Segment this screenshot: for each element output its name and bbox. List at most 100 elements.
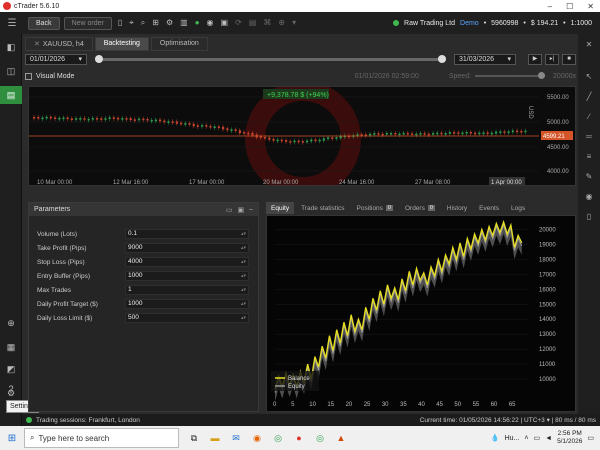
- toolbar-icons: ▯ ⌖ ⌕ ⊞ ⚙ ▥ ● ◉ ▣ ⟳ ▤ ⌘ ⊕ ▾: [118, 18, 296, 28]
- layout-icon[interactable]: ▯: [118, 18, 122, 28]
- trash-icon[interactable]: ▯: [578, 212, 600, 221]
- session-status-icon: [26, 417, 32, 423]
- param-input[interactable]: 9000 ▴▾: [125, 243, 249, 253]
- code-icon[interactable]: ⌘: [263, 18, 271, 28]
- spinner-icon[interactable]: ▴▾: [241, 300, 248, 308]
- taskbar-search[interactable]: ⌕ Type here to search: [24, 428, 179, 448]
- clock[interactable]: 2:56 PM 5/1/2026: [557, 430, 582, 446]
- dropdown-icon[interactable]: ▾: [292, 18, 296, 28]
- notes-icon[interactable]: ◩: [0, 360, 22, 378]
- param-input[interactable]: 1000 ▴▾: [125, 271, 249, 281]
- minimize-icon[interactable]: –: [548, 2, 552, 11]
- candle-body: [394, 132, 397, 135]
- tray-arrow-icon[interactable]: ˄: [524, 435, 528, 442]
- folder-icon[interactable]: ▭: [226, 206, 233, 214]
- account-selector[interactable]: Raw Trading Ltd Demo • 5960998 • $ 194.2…: [393, 20, 600, 27]
- algo-icon[interactable]: ▤: [0, 86, 22, 104]
- range-start-handle[interactable]: [95, 55, 103, 63]
- save-icon[interactable]: ▣: [237, 206, 244, 214]
- globe-icon[interactable]: ⊕: [278, 18, 285, 28]
- back-button[interactable]: Back: [28, 16, 60, 30]
- step-button[interactable]: ▸|: [545, 54, 559, 65]
- param-input[interactable]: 4000 ▴▾: [125, 257, 249, 267]
- horizontal-line-icon[interactable]: ═: [578, 132, 600, 141]
- grid-icon[interactable]: ⊞: [152, 18, 159, 28]
- bar-chart-icon[interactable]: ▥: [180, 18, 188, 28]
- tab-history[interactable]: History: [441, 202, 473, 214]
- play-button[interactable]: ▶: [528, 54, 542, 65]
- firefox-icon[interactable]: ◉: [250, 433, 264, 444]
- visual-mode-checkbox[interactable]: [25, 72, 32, 80]
- notifications-icon[interactable]: ▭: [587, 434, 594, 442]
- param-input[interactable]: 0.1 ▴▾: [125, 229, 249, 239]
- tab-symbol[interactable]: ✕ XAUUSD, h4: [25, 37, 93, 51]
- pencil-icon[interactable]: ✎: [578, 172, 600, 181]
- candle-body: [486, 132, 489, 134]
- collapse-icon[interactable]: ✕: [578, 40, 600, 49]
- network-icon[interactable]: ▭: [534, 434, 541, 442]
- candle-body: [171, 121, 174, 123]
- spinner-icon[interactable]: ▴▾: [241, 244, 248, 252]
- mail-icon[interactable]: ✉: [229, 433, 243, 444]
- trade-icon[interactable]: ◧: [0, 38, 22, 56]
- close-tab-icon[interactable]: ✕: [34, 41, 40, 48]
- chart-type-icon[interactable]: ▤: [249, 18, 257, 28]
- chrome-icon[interactable]: ◎: [271, 433, 285, 444]
- search-icon[interactable]: ⌕: [141, 18, 145, 28]
- maximize-icon[interactable]: ☐: [566, 2, 573, 11]
- crosshair-icon[interactable]: ⌖: [129, 18, 134, 28]
- eye-icon[interactable]: ◉: [578, 192, 600, 201]
- image-icon[interactable]: ▣: [221, 18, 229, 28]
- param-input[interactable]: 1000 ▴▾: [125, 299, 249, 309]
- spinner-icon[interactable]: ▴▾: [241, 314, 248, 322]
- tab-equity[interactable]: Equity: [266, 202, 295, 214]
- windows-start-icon[interactable]: ⊞: [0, 433, 24, 444]
- copy-icon[interactable]: ◫: [0, 62, 22, 80]
- candle-body: [461, 132, 464, 135]
- date-range-slider[interactable]: [95, 55, 446, 63]
- spinner-icon[interactable]: ▴▾: [241, 272, 248, 280]
- eye-icon[interactable]: ◉: [207, 18, 214, 28]
- tab-backtesting[interactable]: Backtesting: [94, 37, 149, 51]
- tab-optimisation[interactable]: Optimisation: [150, 37, 208, 51]
- close-icon[interactable]: ✕: [587, 2, 594, 11]
- sync-icon[interactable]: ⟳: [235, 18, 242, 28]
- calendar-icon[interactable]: ▦: [0, 338, 22, 356]
- candle-body: [175, 121, 178, 124]
- ctrader-icon[interactable]: ●: [292, 433, 306, 444]
- menu-icon[interactable]: ☰: [0, 18, 24, 29]
- tab-positions[interactable]: Positions 0: [351, 202, 398, 214]
- stop-button[interactable]: ■: [562, 54, 576, 65]
- volume-icon[interactable]: ◄: [545, 435, 552, 442]
- price-chart[interactable]: 4599.21 +9,378.78 $ (+94%) USD 5500.00 5…: [28, 86, 576, 186]
- param-input[interactable]: 1 ▴▾: [125, 285, 249, 295]
- task-view-icon[interactable]: ⧉: [187, 433, 201, 444]
- chrome-profile-icon[interactable]: ◎: [313, 433, 327, 444]
- tab-logs[interactable]: Logs: [506, 202, 531, 214]
- ray-icon[interactable]: ∕: [578, 112, 600, 121]
- trend-line-icon[interactable]: ╱: [578, 92, 600, 101]
- new-order-button[interactable]: New order: [63, 16, 112, 30]
- param-input[interactable]: 500 ▴▾: [125, 313, 249, 323]
- range-end-handle[interactable]: [438, 55, 446, 63]
- settings-icon[interactable]: ⚙: [166, 18, 173, 28]
- speed-handle[interactable]: [538, 72, 546, 79]
- weather-icon[interactable]: 💧: [491, 434, 500, 442]
- file-explorer-icon[interactable]: ▬: [208, 433, 222, 444]
- end-date-field[interactable]: 31/03/2026 ▾: [454, 54, 516, 65]
- office-icon[interactable]: ▲: [334, 433, 348, 444]
- fibonacci-icon[interactable]: ≡: [578, 152, 600, 161]
- tab-events[interactable]: Events: [474, 202, 505, 214]
- spark-icon[interactable]: ●: [195, 18, 200, 28]
- equity-chart[interactable]: 10000 11000 12000 13000 14000 15000 16000 17000…: [266, 215, 576, 412]
- tab-orders[interactable]: Orders 0: [399, 202, 440, 214]
- start-date-field[interactable]: 01/01/2026 ▾: [25, 54, 87, 65]
- spinner-icon[interactable]: ▴▾: [241, 286, 248, 294]
- speed-slider[interactable]: [475, 72, 546, 79]
- spinner-icon[interactable]: ▴▾: [241, 258, 248, 266]
- minimize-panel-icon[interactable]: –: [249, 206, 253, 214]
- spinner-icon[interactable]: ▴▾: [241, 230, 248, 238]
- tab-trade-statistics[interactable]: Trade statistics: [296, 202, 350, 214]
- zoom-icon[interactable]: ⊕: [0, 314, 22, 332]
- cursor-icon[interactable]: ↖: [578, 72, 600, 81]
